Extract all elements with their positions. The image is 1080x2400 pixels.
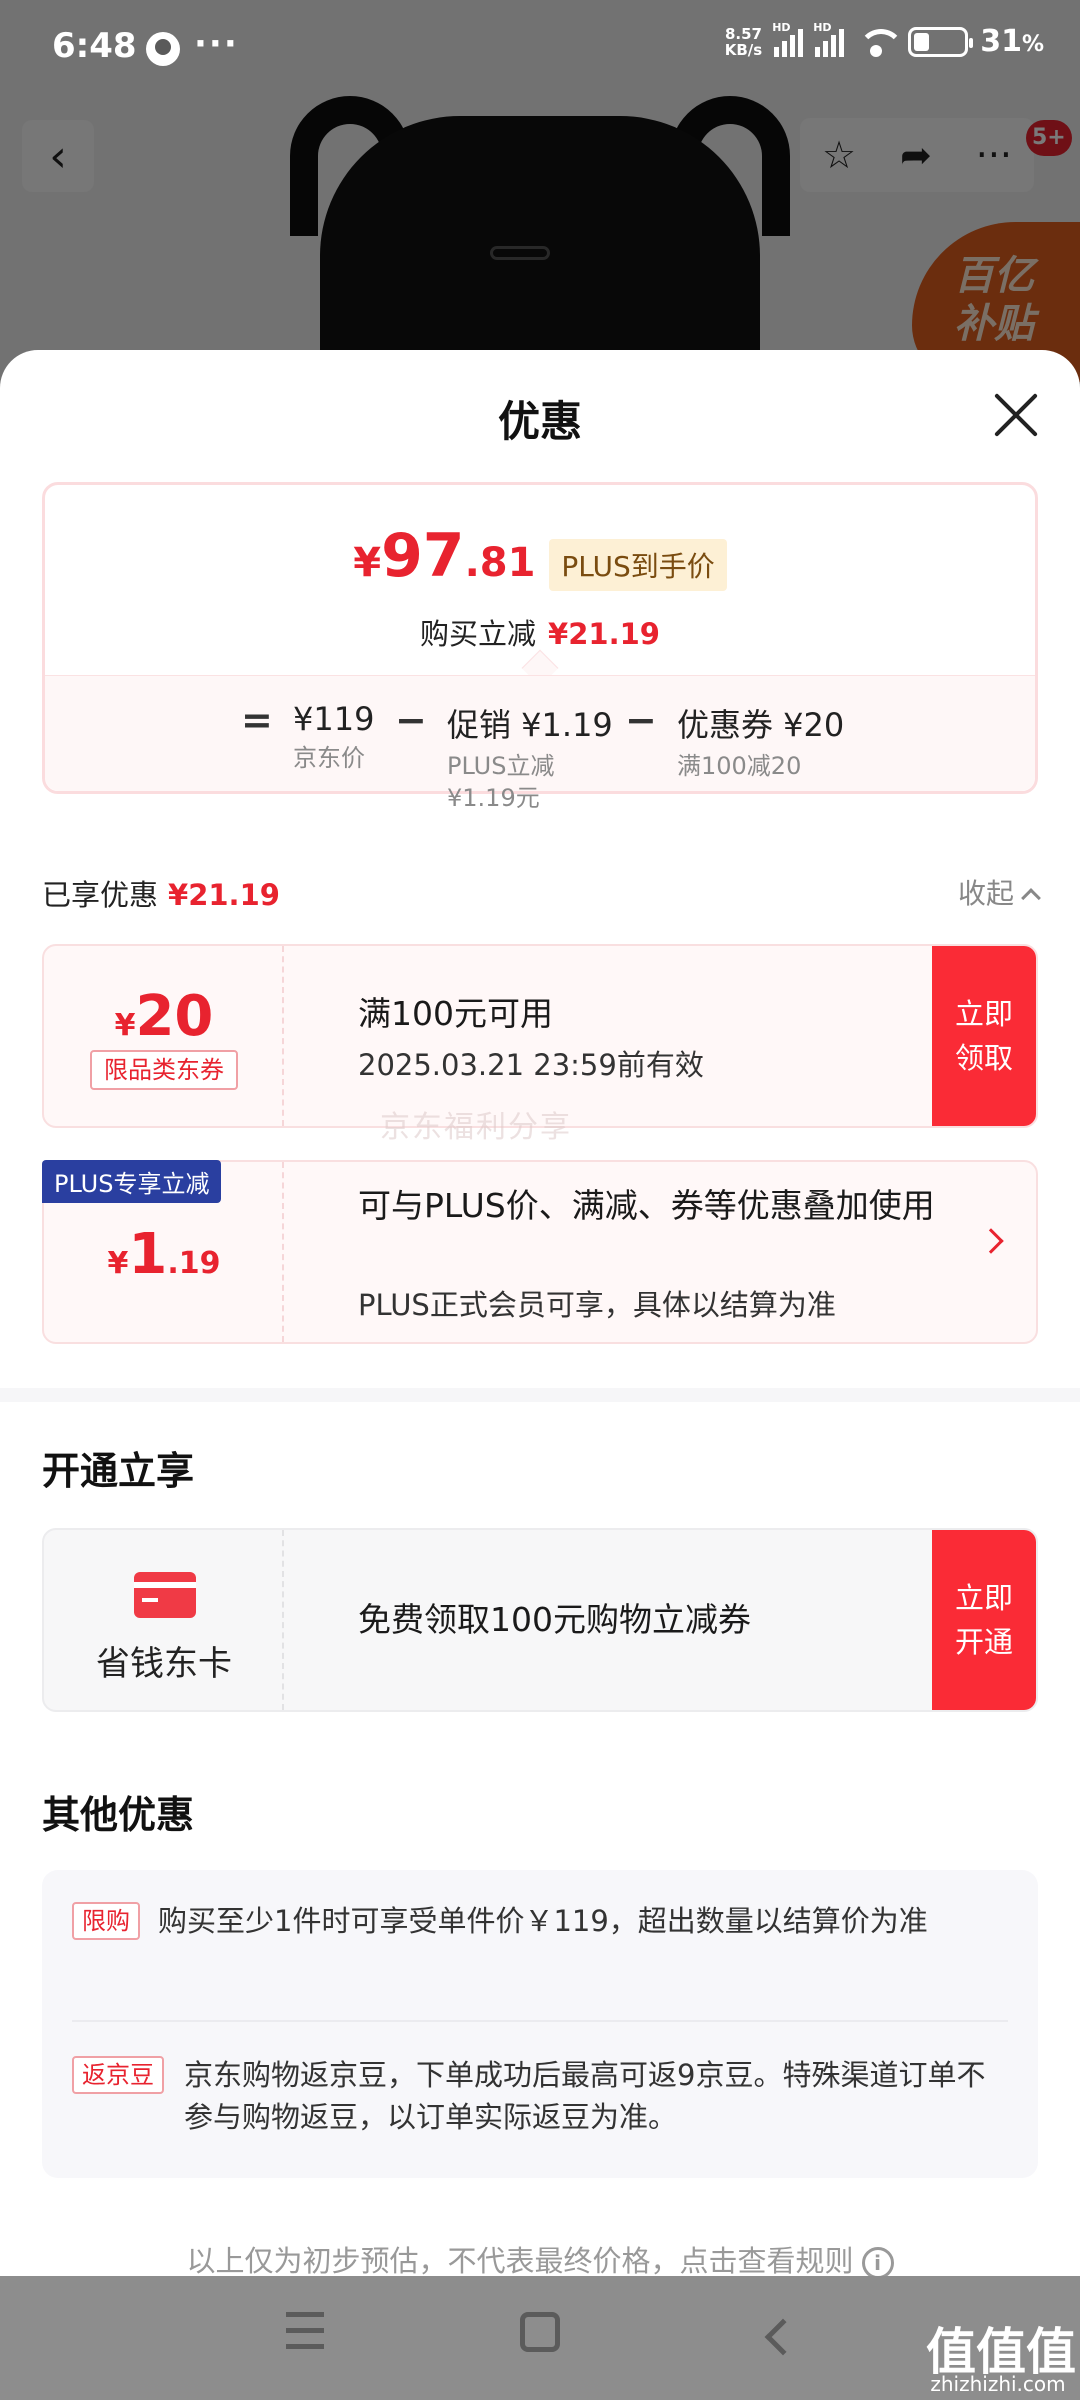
- coupon-amount: ¥20: [114, 984, 214, 1049]
- plus-price-tag: PLUS到手价: [549, 539, 727, 591]
- savings-card-offer: 省钱东卡 免费领取100元购物立减券 立即 开通: [42, 1528, 1038, 1712]
- coupon-value-area: ¥20 限品类东券: [44, 946, 284, 1126]
- list-item-purchase-limit: 限购 购买至少1件时可享受单件价￥119，超出数量以结算价为准: [72, 1900, 1012, 1942]
- claim-coupon-button[interactable]: 立即 领取: [932, 946, 1036, 1126]
- open-section-title: 开通立享: [42, 1449, 195, 1493]
- coupon-validity: 2025.03.21 23:59前有效: [358, 1048, 704, 1082]
- other-section-title: 其他优惠: [42, 1793, 195, 1837]
- sim1-hd-label: HD: [772, 20, 791, 34]
- savings-card-name: 省钱东卡: [96, 1644, 232, 1684]
- status-bar: 6:48 ··· 8.57 KB/s HD HD 31%: [0, 0, 1080, 96]
- network-speed: 8.57 KB/s: [725, 26, 762, 58]
- breakdown-coupon: 优惠券 ¥20 满100减20: [677, 706, 845, 780]
- coupon-type-tag: 限品类东券: [90, 1050, 238, 1090]
- system-nav-bar: [0, 2276, 1080, 2400]
- credit-card-icon: [134, 1572, 196, 1618]
- enjoyed-amount: ¥21.19: [168, 878, 280, 912]
- close-icon[interactable]: [988, 386, 1044, 442]
- battery-percent: 31%: [980, 24, 1044, 59]
- collapse-button[interactable]: 收起: [958, 872, 1041, 912]
- status-time: 6:48: [52, 26, 137, 66]
- reduction-label: 购买立减: [420, 617, 537, 651]
- clock-app-icon: [146, 32, 180, 66]
- plus-detail-area: 可与PLUS价、满减、券等优惠叠加使用 PLUS正式会员可享，具体以结算为准: [286, 1162, 1036, 1342]
- savings-card-area: 省钱东卡: [44, 1530, 284, 1710]
- plus-discount-desc: PLUS正式会员可享，具体以结算为准: [358, 1288, 836, 1322]
- chevron-up-icon: [1021, 888, 1041, 908]
- site-watermark-url: zhizhizhi.com: [930, 2372, 1066, 2396]
- coupon-condition: 满100元可用: [358, 994, 553, 1033]
- list-item-jd-beans: 返京豆 京东购物返京豆，下单成功后最高可返9京豆。特殊渠道订单不参与购物返豆，以…: [72, 2054, 1012, 2138]
- signal-icon-sim2: HD: [813, 21, 845, 57]
- network-speed-value: 8.57: [724, 24, 762, 43]
- wifi-icon: [856, 27, 905, 57]
- minus-sign: −: [395, 698, 427, 742]
- battery-icon: [908, 26, 974, 57]
- reduction-amount: ¥21.19: [548, 617, 660, 651]
- savings-card-detail: 免费领取100元购物立减券 立即 开通: [286, 1530, 1036, 1710]
- watermark-text: 京东福利分享: [380, 1110, 572, 1145]
- plus-discount-title: 可与PLUS价、满减、券等优惠叠加使用: [358, 1186, 935, 1225]
- discount-bottom-sheet: 优惠 ¥97.81 PLUS到手价 购买立减 ¥21.19 = ¥119 京东价 …: [0, 350, 1080, 2276]
- status-indicators: 8.57 KB/s HD HD 31%: [725, 21, 1044, 60]
- divider: [72, 2020, 1008, 2022]
- final-price-line: ¥97.81 PLUS到手价: [45, 521, 1035, 591]
- equals-sign: =: [241, 698, 273, 742]
- section-divider: [0, 1388, 1080, 1402]
- chevron-right-icon[interactable]: [978, 1228, 1004, 1254]
- plus-exclusive-ribbon: PLUS专享立减: [42, 1160, 222, 1203]
- price-breakdown: = ¥119 京东价 − 促销 ¥1.19 PLUS立减 ¥1.19元 − 优惠…: [45, 675, 1035, 812]
- price-rules-link[interactable]: 以上仅为初步预估，不代表最终价格，点击查看规则 i: [0, 2238, 1080, 2276]
- breakdown-jd-price: ¥119 京东价: [293, 700, 375, 772]
- purchase-limit-text: 购买至少1件时可享受单件价￥119，超出数量以结算价为准: [158, 1904, 928, 1938]
- notification-more-icon: ···: [194, 24, 239, 64]
- open-card-button[interactable]: 立即 开通: [932, 1530, 1036, 1710]
- minus-sign: −: [625, 698, 657, 742]
- home-icon[interactable]: [520, 2312, 560, 2352]
- purchase-limit-tag: 限购: [72, 1902, 140, 1940]
- network-speed-unit: KB/s: [724, 40, 763, 59]
- price-summary-card: ¥97.81 PLUS到手价 购买立减 ¥21.19 = ¥119 京东价 − 促…: [42, 482, 1038, 812]
- back-icon[interactable]: [764, 2318, 802, 2356]
- final-price: ¥97.81: [353, 521, 536, 591]
- info-icon: i: [861, 2247, 894, 2276]
- plus-discount-amount: ¥1.19: [107, 1222, 221, 1287]
- menu-icon[interactable]: [286, 2312, 346, 2364]
- signal-icon-sim1: HD: [772, 21, 804, 57]
- coupon-detail-area: 满100元可用 2025.03.21 23:59前有效 立即 领取: [286, 946, 1036, 1126]
- sim2-hd-label: HD: [813, 20, 832, 34]
- jd-beans-text: 京东购物返京豆，下单成功后最高可返9京豆。特殊渠道订单不参与购物返豆，以订单实际…: [184, 2058, 986, 2134]
- breakdown-promotion: 促销 ¥1.19 PLUS立减 ¥1.19元: [447, 706, 613, 812]
- sheet-title: 优惠: [497, 397, 582, 446]
- footnote-text: 以上仅为初步预估，不代表最终价格，点击查看规则: [186, 2244, 854, 2276]
- coupon-card-jd: ¥20 限品类东券 满100元可用 2025.03.21 23:59前有效 立即…: [42, 944, 1038, 1128]
- other-discounts-box: 限购 购买至少1件时可享受单件价￥119，超出数量以结算价为准 返京豆 京东购物…: [42, 1870, 1038, 2178]
- savings-card-desc: 免费领取100元购物立减券: [358, 1600, 751, 1639]
- enjoyed-label: 已享优惠: [42, 878, 159, 912]
- enjoyed-discount-row: 已享优惠 ¥21.19 收起: [42, 872, 1041, 922]
- total-reduction: 购买立减 ¥21.19: [45, 611, 1035, 653]
- jd-beans-tag: 返京豆: [72, 2056, 164, 2094]
